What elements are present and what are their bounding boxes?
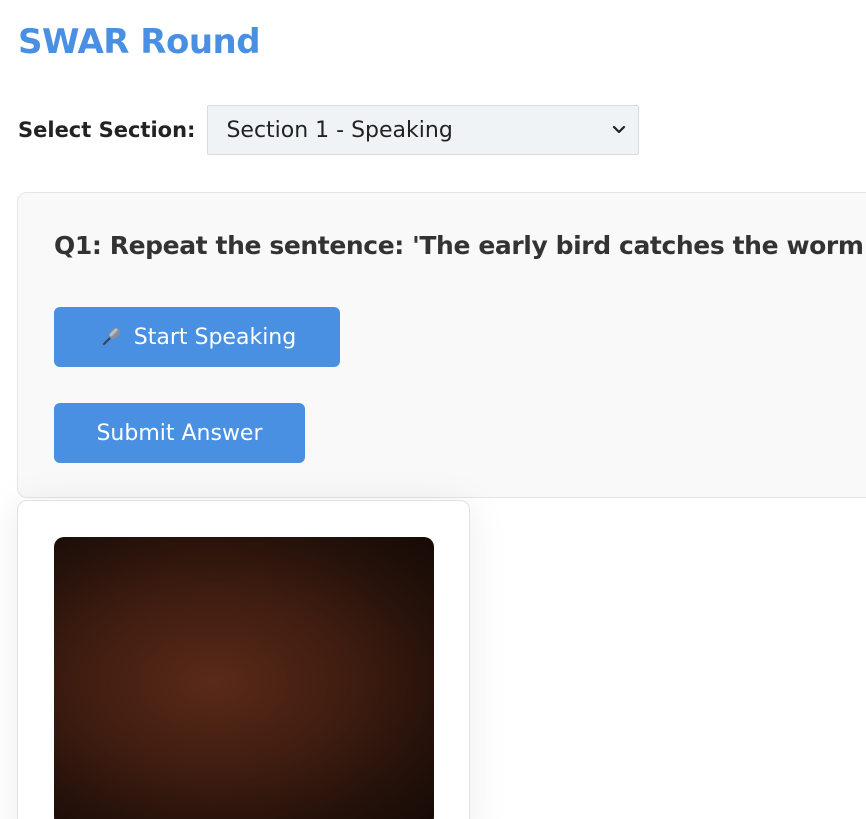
microphone-icon <box>98 324 124 350</box>
start-speaking-label: Start Speaking <box>133 324 297 350</box>
camera-preview-card <box>17 500 470 819</box>
camera-video-feed <box>54 537 434 819</box>
section-selector-row: Select Section: Section 1 - Speaking <box>18 104 640 156</box>
chevron-down-icon <box>612 123 626 137</box>
start-speaking-button[interactable]: Start Speaking <box>54 307 340 367</box>
section-select[interactable]: Section 1 - Speaking <box>207 105 640 155</box>
question-card: Q1: Repeat the sentence: 'The early bird… <box>17 192 866 498</box>
swar-round-page: SWAR Round Select Section: Section 1 - S… <box>0 0 866 819</box>
submit-answer-button[interactable]: Submit Answer <box>54 403 305 463</box>
section-select-label: Select Section: <box>18 118 196 142</box>
section-select-value: Section 1 - Speaking <box>226 117 453 143</box>
question-text: Q1: Repeat the sentence: 'The early bird… <box>54 231 866 260</box>
page-title: SWAR Round <box>18 22 261 62</box>
